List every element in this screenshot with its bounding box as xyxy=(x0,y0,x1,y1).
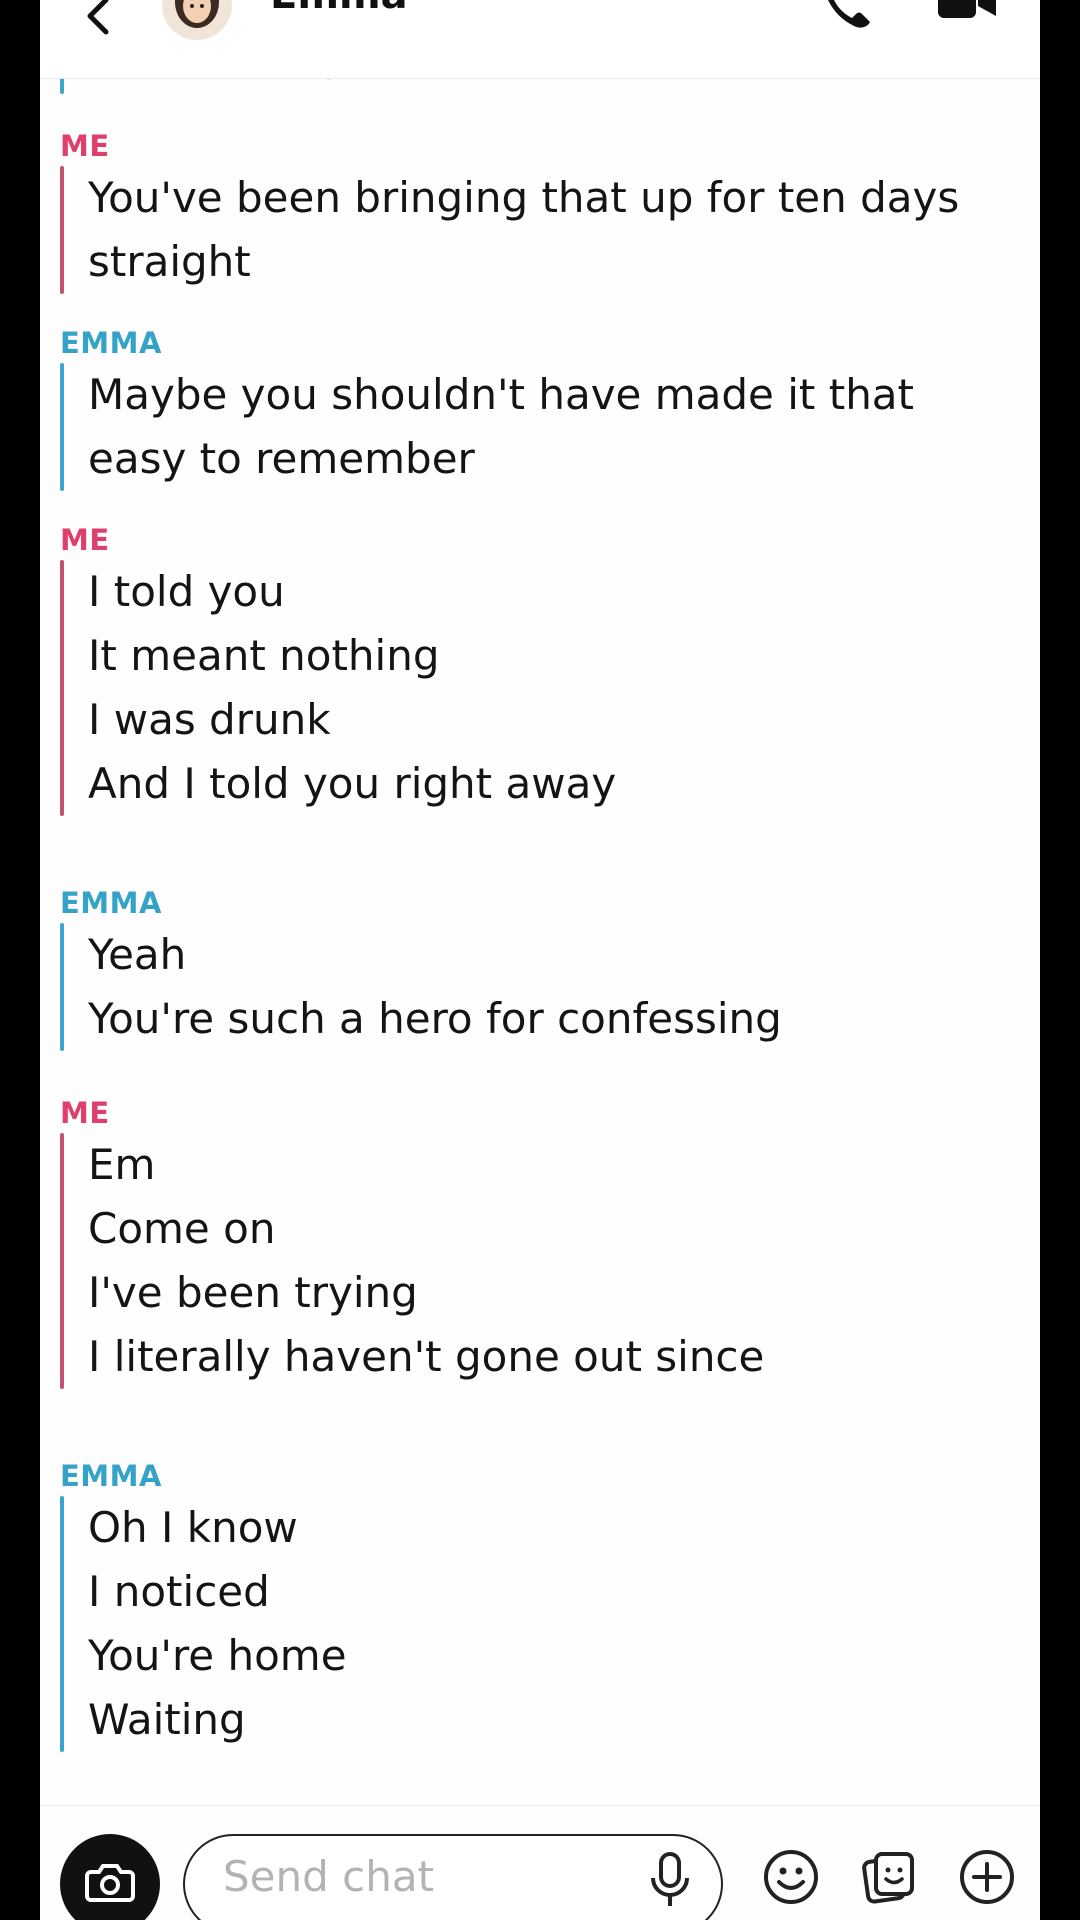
message-text[interactable]: I literally haven't gone out since xyxy=(88,1325,1020,1389)
sender-bar xyxy=(60,1496,64,1752)
sender-bar xyxy=(60,560,64,816)
message-text[interactable]: I've been trying xyxy=(88,1261,1020,1325)
camera-icon xyxy=(85,1864,135,1902)
message-text[interactable]: You've been bringing that up for ten day… xyxy=(88,166,1020,294)
call-icon[interactable] xyxy=(818,0,874,34)
message-text[interactable]: Waiting xyxy=(88,1688,1020,1752)
message-text[interactable]: You're such a hero for confessing xyxy=(88,987,1020,1051)
message-text[interactable]: Oh I know xyxy=(88,1496,1020,1560)
message-text[interactable]: Come on xyxy=(88,1197,1020,1261)
sticker-icon[interactable] xyxy=(860,1848,918,1906)
video-icon[interactable] xyxy=(936,0,998,24)
message-text[interactable]: Em xyxy=(88,1133,1020,1197)
contact-name[interactable]: Emma xyxy=(270,0,408,18)
sender-label: EMMA xyxy=(60,1459,162,1493)
message-text[interactable]: It meant nothing xyxy=(88,624,1020,688)
sender-bar xyxy=(60,923,64,1051)
plus-icon[interactable] xyxy=(958,1848,1016,1906)
camera-button[interactable] xyxy=(60,1834,160,1920)
sender-label: ME xyxy=(60,1096,110,1130)
chat-input-box[interactable] xyxy=(183,1834,723,1920)
chat-screen: Emma Too soon? 😅 ME You've been bringing… xyxy=(40,0,1040,1920)
sender-bar xyxy=(60,363,64,491)
message-group: ME Em Come on I've been trying I literal… xyxy=(60,1093,1020,1389)
message-group: EMMA Yeah You're such a hero for confess… xyxy=(60,883,1020,1051)
sender-label: EMMA xyxy=(60,326,162,360)
chat-messages[interactable]: Too soon? 😅 ME You've been bringing that… xyxy=(40,60,1040,1805)
message-text[interactable]: And I told you right away xyxy=(88,752,1020,816)
sender-bar xyxy=(60,1133,64,1389)
sender-label: EMMA xyxy=(60,886,162,920)
message-text[interactable]: I was drunk xyxy=(88,688,1020,752)
message-text[interactable]: Yeah xyxy=(88,923,1020,987)
sender-bar xyxy=(60,166,64,294)
message-group: EMMA Maybe you shouldn't have made it th… xyxy=(60,323,1020,491)
message-group: EMMA Oh I know I noticed You're home Wai… xyxy=(60,1456,1020,1752)
message-text[interactable]: I noticed xyxy=(88,1560,1020,1624)
emoji-icon[interactable] xyxy=(762,1848,820,1906)
chat-input[interactable] xyxy=(221,1850,625,1902)
message-group: ME You've been bringing that up for ten … xyxy=(60,126,1020,294)
mic-icon[interactable] xyxy=(645,1850,695,1910)
sender-label: ME xyxy=(60,129,110,163)
message-text[interactable]: I told you xyxy=(88,560,1020,624)
sender-label: ME xyxy=(60,523,110,557)
chat-header: Emma xyxy=(40,0,1040,79)
message-text[interactable]: Maybe you shouldn't have made it that ea… xyxy=(88,363,1020,491)
composer-bar xyxy=(40,1805,1040,1920)
back-icon[interactable] xyxy=(78,0,122,38)
message-group: ME I told you It meant nothing I was dru… xyxy=(60,520,1020,816)
avatar[interactable] xyxy=(162,0,232,40)
message-text[interactable]: You're home xyxy=(88,1624,1020,1688)
avatar-icon xyxy=(175,0,219,28)
